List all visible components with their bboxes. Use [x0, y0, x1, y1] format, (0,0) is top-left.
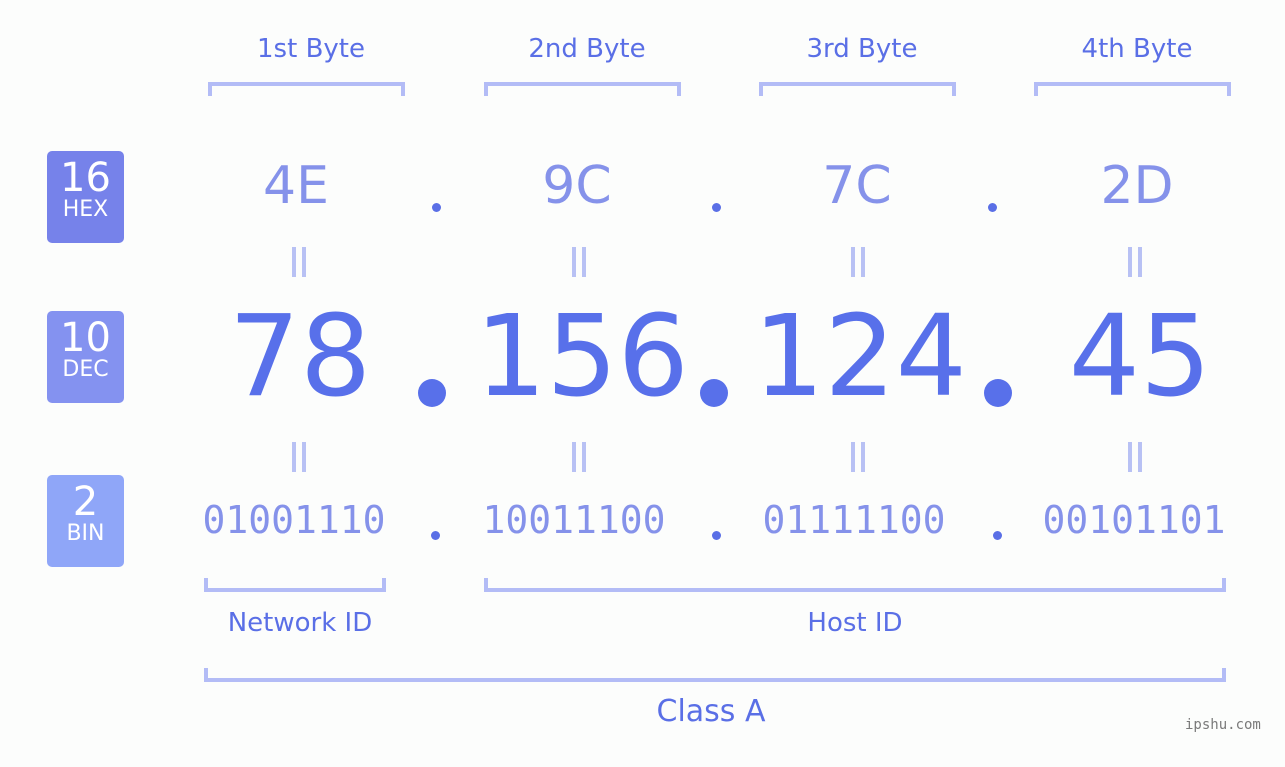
hex-byte-2: 9C	[542, 156, 612, 216]
dec-byte-4: 45	[1068, 292, 1212, 422]
hex-badge: 16 HEX	[47, 151, 124, 243]
bin-label: BIN	[66, 521, 105, 546]
equals-icon	[1128, 247, 1142, 277]
byte-header-4: 4th Byte	[1081, 34, 1193, 64]
equals-icon	[292, 247, 306, 277]
bin-base: 2	[72, 479, 99, 525]
equals-icon	[572, 247, 586, 277]
byte-header-1: 1st Byte	[257, 34, 365, 64]
byte-header-2: 2nd Byte	[528, 34, 646, 64]
bin-badge: 2 BIN	[47, 475, 124, 567]
equals-icon	[851, 442, 865, 472]
bin-separator-dot	[993, 531, 1002, 540]
network-id-bracket	[204, 578, 386, 592]
byte-bracket-1	[208, 82, 405, 96]
bin-byte-4: 00101101	[1042, 498, 1226, 542]
equals-icon	[572, 442, 586, 472]
dec-separator-dot	[418, 379, 446, 407]
hex-byte-1: 4E	[263, 156, 329, 216]
class-bracket	[204, 668, 1226, 682]
hex-label: HEX	[62, 197, 109, 222]
network-id-label: Network ID	[227, 608, 373, 638]
dec-byte-1: 78	[228, 292, 372, 422]
bin-byte-1: 01001110	[202, 498, 386, 542]
dec-separator-dot	[984, 379, 1012, 407]
bin-separator-dot	[712, 531, 721, 540]
bin-separator-dot	[431, 531, 440, 540]
hex-separator-dot	[432, 203, 441, 212]
dec-byte-2: 156	[475, 292, 689, 422]
hex-byte-3: 7C	[822, 156, 892, 216]
watermark: ipshu.com	[1185, 717, 1261, 733]
host-id-bracket	[484, 578, 1226, 592]
byte-bracket-2	[484, 82, 681, 96]
equals-icon	[851, 247, 865, 277]
dec-label: DEC	[62, 357, 109, 382]
dec-badge: 10 DEC	[47, 311, 124, 403]
bin-byte-3: 01111100	[762, 498, 946, 542]
hex-separator-dot	[988, 203, 997, 212]
byte-header-3: 3rd Byte	[806, 34, 918, 64]
host-id-label: Host ID	[807, 608, 903, 638]
dec-separator-dot	[700, 379, 728, 407]
equals-icon	[1128, 442, 1142, 472]
hex-separator-dot	[712, 203, 721, 212]
ip-class-label: Class A	[656, 694, 766, 729]
equals-icon	[292, 442, 306, 472]
byte-bracket-4	[1034, 82, 1231, 96]
bin-byte-2: 10011100	[482, 498, 666, 542]
hex-base: 16	[60, 155, 111, 201]
byte-bracket-3	[759, 82, 956, 96]
dec-base: 10	[60, 315, 111, 361]
dec-byte-3: 124	[753, 292, 967, 422]
hex-byte-4: 2D	[1100, 156, 1174, 216]
